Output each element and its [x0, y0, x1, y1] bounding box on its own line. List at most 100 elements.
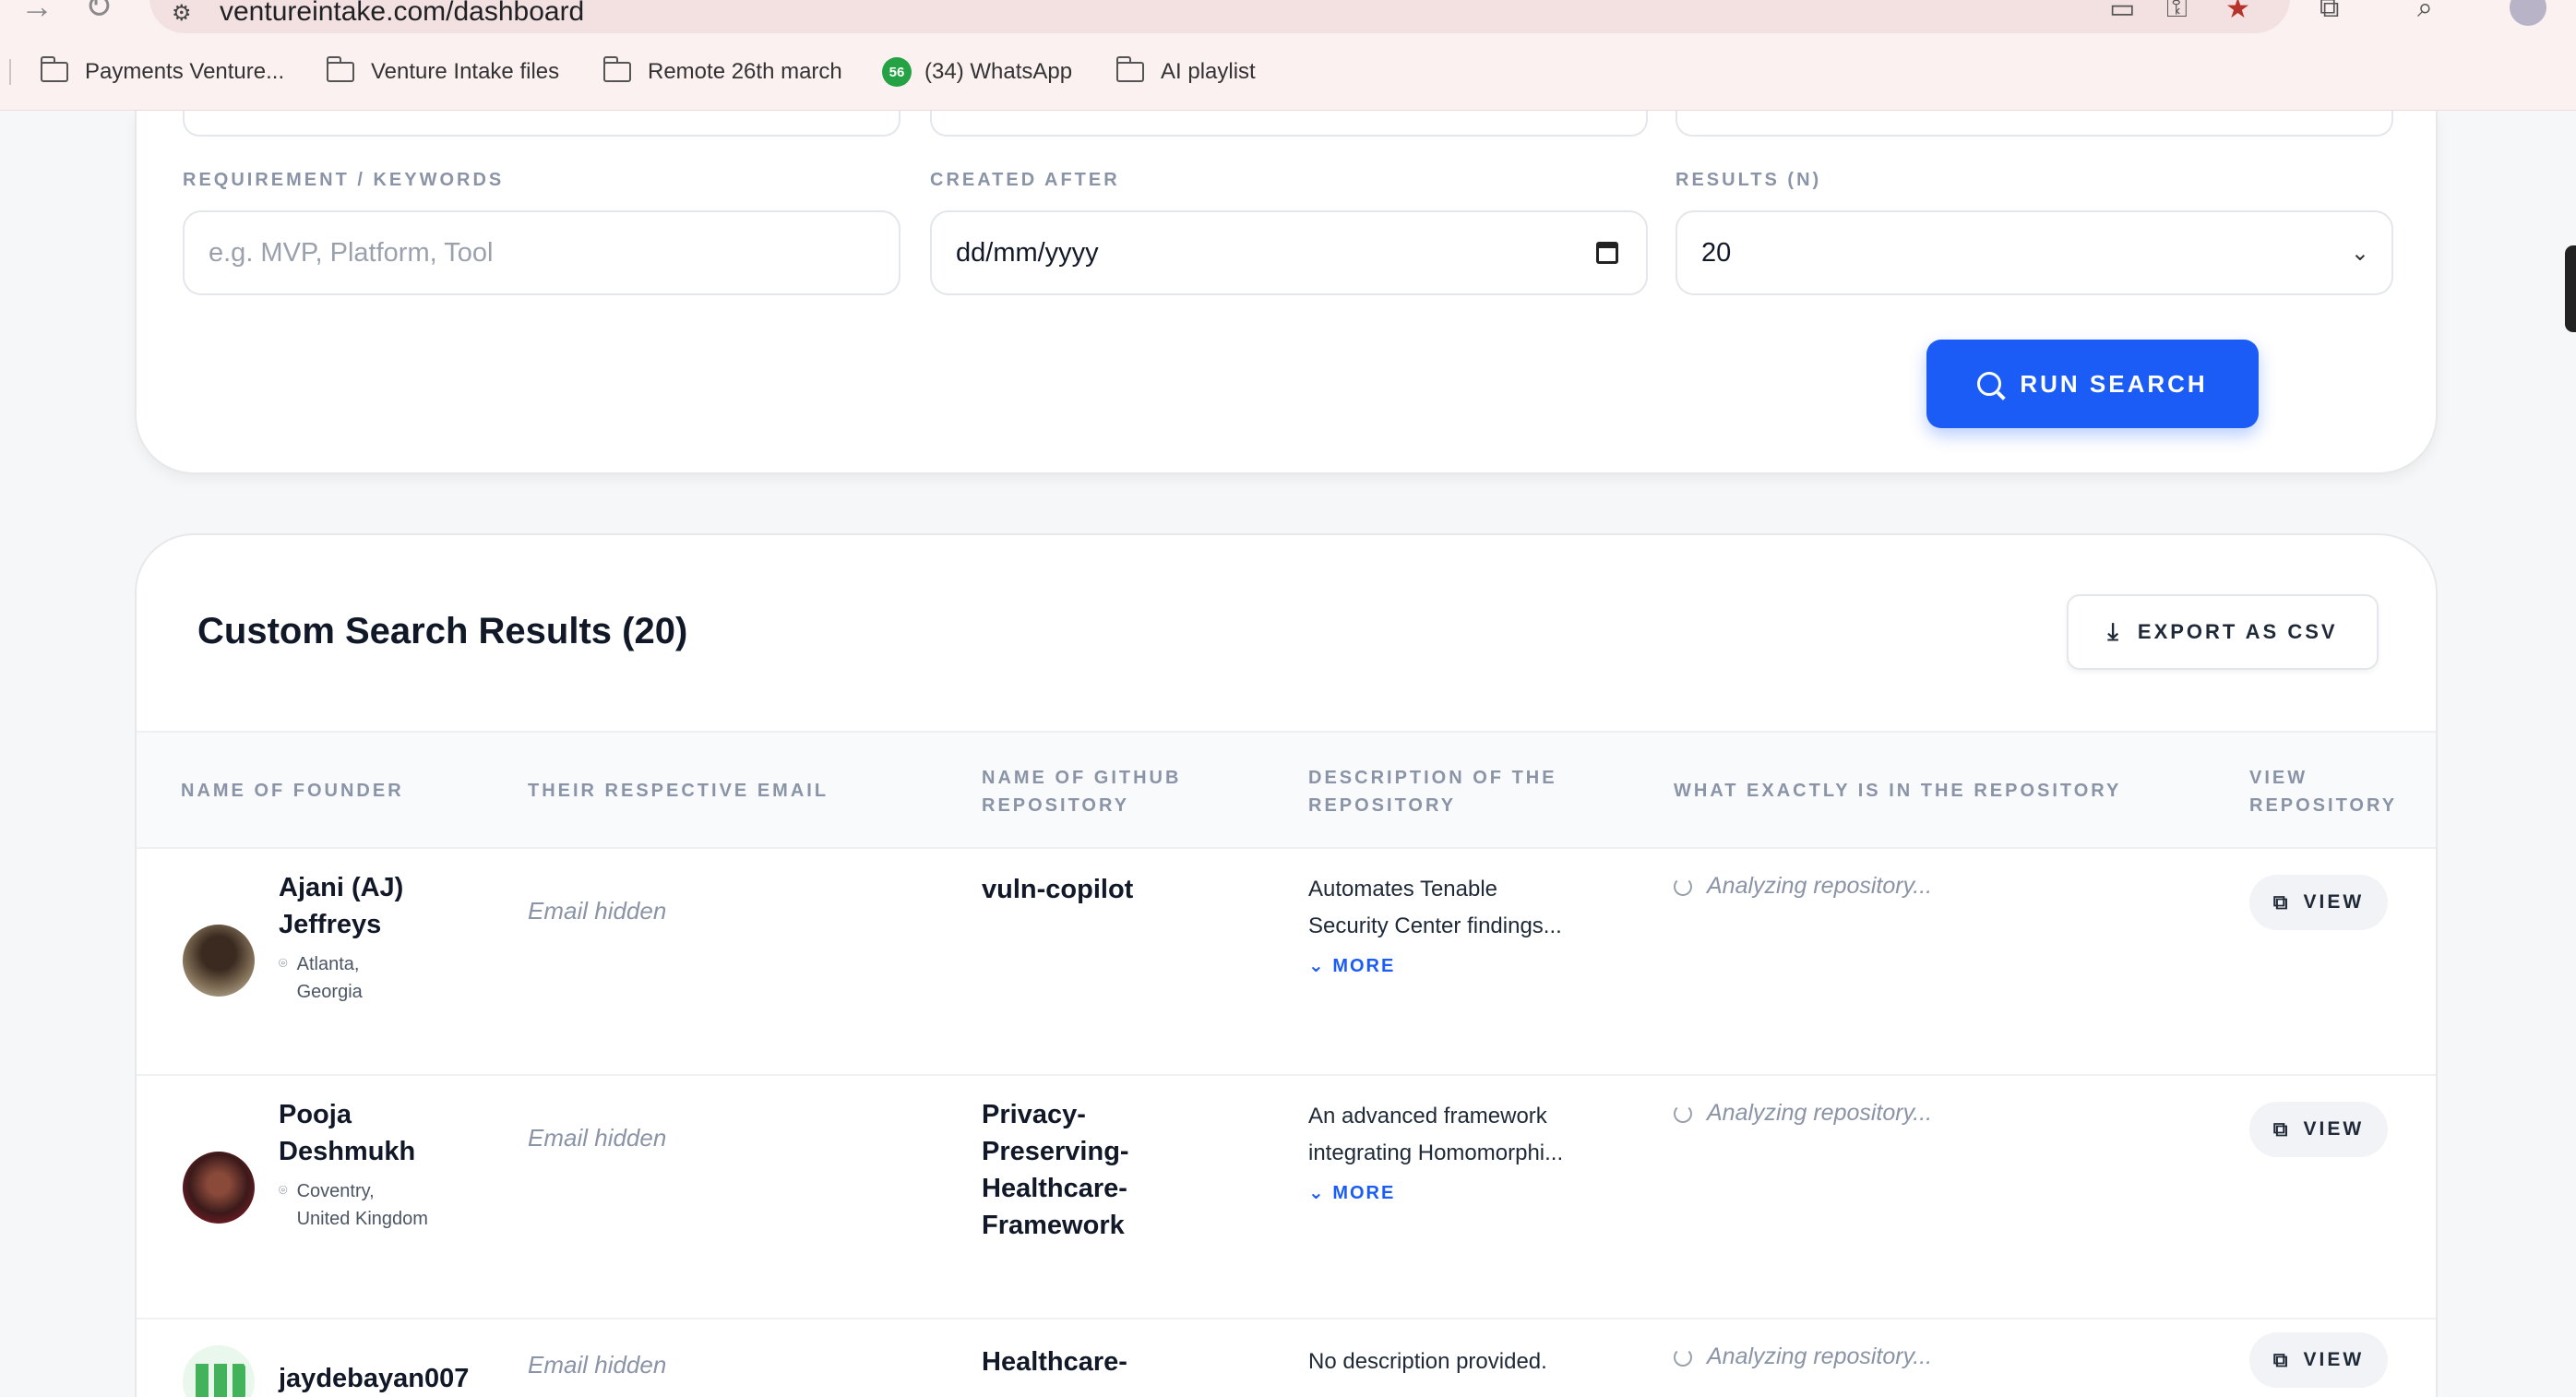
avatar [183, 1345, 255, 1397]
calendar-icon[interactable] [1596, 242, 1618, 264]
description-line: Security Center findings... [1308, 913, 1562, 938]
more-toggle[interactable]: ⌄ MORE [1308, 1181, 1395, 1204]
bookmark-label: Remote 26th march [648, 59, 842, 84]
analysis-status-text: Analyzing repository... [1707, 1343, 1933, 1369]
address-bar[interactable]: ⚙ ventureintake.com/dashboard [149, 0, 2290, 33]
download-icon: ⤓ [2107, 617, 2121, 645]
email-hidden: Email hidden [528, 1124, 667, 1152]
bookmarks-bar: Payments Venture... Venture Intake files… [0, 54, 2576, 90]
side-panel-tab[interactable] [2565, 245, 2576, 332]
whatsapp-icon: 56 [882, 57, 912, 87]
avatar [183, 1152, 255, 1224]
view-label: VIEW [2303, 891, 2365, 913]
filter-field-top-2[interactable] [930, 111, 1648, 137]
location-line: United Kingdom [296, 1209, 428, 1229]
loading-spinner-icon [1674, 877, 1692, 896]
repo-description: An advanced framework integrating Homomo… [1308, 1098, 1604, 1172]
keywords-placeholder: e.g. MVP, Platform, Tool [209, 237, 494, 268]
site-info-icon[interactable]: ⚙ [172, 0, 192, 27]
browser-chrome: → ↻ ⚙ ventureintake.com/dashboard ▭ ⚿ ★ … [0, 0, 2576, 111]
repo-name: vuln-copilot [982, 875, 1134, 904]
run-search-button[interactable]: RUN SEARCH [1926, 340, 2259, 428]
created-after-date-input[interactable]: dd/mm/yyyy [930, 210, 1648, 295]
repo-name-line: Preserving- [982, 1137, 1129, 1166]
col-repo-name-line: NAME OF GITHUB [982, 768, 1182, 788]
results-card: Custom Search Results (20) ⤓ EXPORT AS C… [135, 533, 2438, 1397]
reload-icon[interactable]: ↻ [85, 0, 113, 26]
location-pin-icon: ⌾ [279, 956, 288, 972]
export-csv-button[interactable]: ⤓ EXPORT AS CSV [2067, 594, 2379, 670]
analysis-status: Analyzing repository... [1674, 873, 1932, 900]
cast-icon[interactable]: ▭ [2109, 0, 2135, 25]
email-hidden: Email hidden [528, 1351, 667, 1379]
bookmark-label: Venture Intake files [371, 59, 560, 84]
col-founder: NAME OF FOUNDER [181, 781, 404, 801]
bookmark-label: AI playlist [1161, 59, 1256, 84]
forward-arrow-icon[interactable]: → [20, 0, 54, 26]
email-hidden: Email hidden [528, 897, 667, 925]
col-email: THEIR RESPECTIVE EMAIL [528, 781, 829, 801]
repo-description: No description provided. [1308, 1349, 1547, 1374]
folder-icon [1115, 56, 1144, 82]
repo-name-line: Framework [982, 1211, 1125, 1240]
folder-icon [40, 56, 68, 82]
created-after-label: CREATED AFTER [930, 170, 1120, 190]
loading-spinner-icon [1674, 1104, 1692, 1123]
col-view-line: VIEW [2249, 768, 2308, 788]
search-filters-card: REQUIREMENT / KEYWORDS e.g. MVP, Platfor… [135, 111, 2438, 474]
chevron-down-icon: ⌄ [2350, 241, 2369, 266]
founder-name: Ajani (AJ) Jeffreys [279, 869, 482, 943]
profile-avatar[interactable] [2510, 0, 2546, 26]
description-line: integrating Homomorphi... [1308, 1140, 1564, 1165]
keywords-label: REQUIREMENT / KEYWORDS [183, 170, 505, 190]
founder-location: ⌾ Coventry, United Kingdom [279, 1177, 428, 1233]
extensions-icon[interactable]: ⧉ [2320, 0, 2339, 24]
view-repository-button[interactable]: ⧉ VIEW [2249, 1332, 2388, 1388]
external-link-icon: ⧉ [2272, 1117, 2291, 1140]
col-description-line: REPOSITORY [1308, 795, 1457, 816]
analysis-status: Analyzing repository... [1674, 1343, 1932, 1370]
repo-name: Privacy- Preserving- Healthcare- Framewo… [982, 1096, 1166, 1244]
bookmark-venture-intake-files[interactable]: Venture Intake files [326, 54, 560, 90]
keywords-input[interactable]: e.g. MVP, Platform, Tool [183, 210, 900, 295]
col-description-line: DESCRIPTION OF THE [1308, 768, 1557, 788]
table-header: NAME OF FOUNDER THEIR RESPECTIVE EMAIL N… [137, 731, 2436, 849]
col-description: DESCRIPTION OF THE REPOSITORY [1308, 764, 1557, 819]
date-value: dd/mm/yyyy [956, 237, 1099, 268]
more-toggle[interactable]: ⌄ MORE [1308, 954, 1395, 977]
filter-field-top-3[interactable] [1676, 111, 2393, 137]
results-count-value: 20 [1701, 237, 1732, 268]
view-repository-button[interactable]: ⧉ VIEW [2249, 875, 2388, 930]
location-line: Coventry, [296, 1181, 375, 1201]
reader-mode-icon[interactable]: ⌕ [2417, 0, 2433, 24]
repo-name: Healthcare- [982, 1347, 1127, 1377]
bookmark-star-icon[interactable]: ★ [2225, 0, 2250, 25]
founder-name: Pooja Deshmukh [279, 1096, 482, 1170]
results-count-select[interactable]: 20 ⌄ [1676, 210, 2393, 295]
bookmark-whatsapp[interactable]: 56 (34) WhatsApp [882, 54, 1072, 90]
search-icon [1977, 372, 2002, 396]
table-row: Ajani (AJ) Jeffreys ⌾ Atlanta, Georgia E… [137, 849, 2436, 1076]
description-line: An advanced framework [1308, 1104, 1547, 1128]
url-text[interactable]: ventureintake.com/dashboard [220, 0, 584, 28]
filter-field-top-1[interactable] [183, 111, 900, 137]
repo-name-line: Healthcare- [982, 1174, 1127, 1203]
table-row: jaydebayan007 Email hidden Healthcare- N… [137, 1319, 2436, 1397]
founder-name-line: Ajani (AJ) [279, 873, 404, 902]
password-key-icon[interactable]: ⚿ [2166, 0, 2188, 24]
table-row: Pooja Deshmukh ⌾ Coventry, United Kingdo… [137, 1076, 2436, 1319]
external-link-icon: ⧉ [2272, 1348, 2291, 1371]
export-csv-label: EXPORT AS CSV [2137, 620, 2338, 643]
more-label: MORE [1332, 956, 1396, 976]
founder-location: ⌾ Atlanta, Georgia [279, 950, 363, 1006]
view-repository-button[interactable]: ⧉ VIEW [2249, 1102, 2388, 1157]
bookmark-label: (34) WhatsApp [924, 59, 1073, 84]
col-repo-name: NAME OF GITHUB REPOSITORY [982, 764, 1181, 819]
repo-name-line: Privacy- [982, 1100, 1086, 1129]
col-view-line: REPOSITORY [2249, 795, 2398, 816]
bookmark-payments-venture[interactable]: Payments Venture... [40, 54, 285, 90]
bookmark-label: Payments Venture... [85, 59, 285, 84]
bookmark-remote-26th-march[interactable]: Remote 26th march [602, 54, 842, 90]
analysis-status: Analyzing repository... [1674, 1100, 1932, 1127]
bookmark-ai-playlist[interactable]: AI playlist [1115, 54, 1256, 90]
